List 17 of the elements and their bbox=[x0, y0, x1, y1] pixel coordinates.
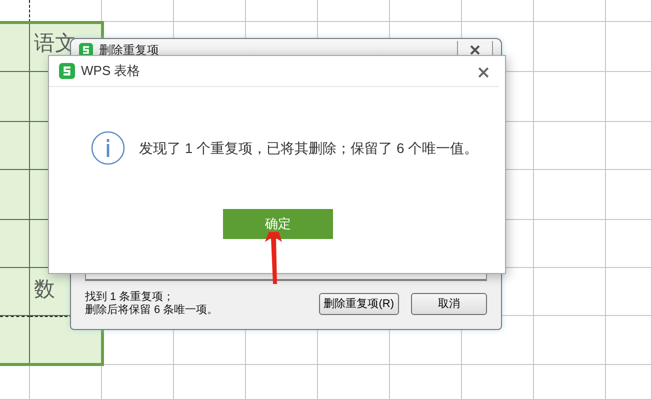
app-logo-icon bbox=[59, 63, 75, 79]
cancel-button[interactable]: 取消 bbox=[411, 293, 487, 315]
close-icon bbox=[478, 66, 489, 78]
ok-button[interactable]: 确定 bbox=[223, 209, 333, 239]
spreadsheet-cell[interactable] bbox=[0, 170, 30, 220]
spreadsheet-cell[interactable] bbox=[0, 316, 30, 365]
info-icon bbox=[91, 131, 125, 165]
spreadsheet-cell[interactable] bbox=[0, 268, 30, 316]
window-title: 删除重复项 bbox=[99, 42, 159, 59]
spreadsheet-cell[interactable] bbox=[0, 72, 30, 122]
spreadsheet-cell[interactable] bbox=[0, 220, 30, 268]
remove-duplicates-button[interactable]: 删除重复项(R) bbox=[318, 293, 399, 315]
spreadsheet-cell[interactable] bbox=[0, 122, 30, 170]
message-text: 发现了 1 个重复项，已将其删除；保留了 6 个唯一值。 bbox=[139, 138, 478, 158]
spreadsheet-cell[interactable] bbox=[0, 22, 30, 72]
close-icon bbox=[470, 45, 480, 56]
cell-text: 数 bbox=[33, 277, 55, 303]
